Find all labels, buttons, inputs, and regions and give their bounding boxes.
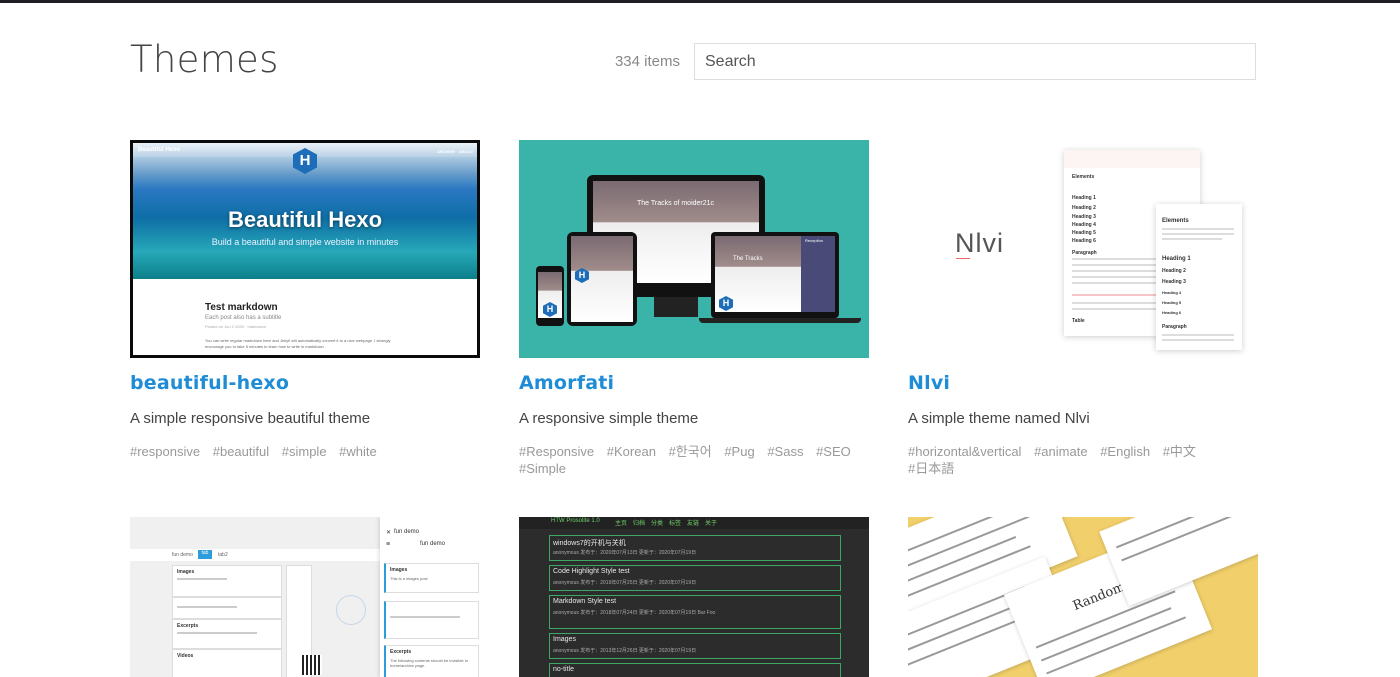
theme-thumbnail[interactable]: RandomYang <box>908 517 1258 677</box>
tag-list: #Responsive #Korean #한국어 #Pug #Sass #SEO… <box>519 443 869 477</box>
tag-link[interactable]: #SEO <box>816 444 851 459</box>
tag-link[interactable]: #horizontal&vertical <box>908 444 1021 459</box>
tag-link[interactable]: #Pug <box>724 444 754 459</box>
theme-name-link[interactable]: Amorfati <box>519 372 869 394</box>
tag-list: #horizontal&vertical #animate #English #… <box>908 443 1258 477</box>
theme-thumbnail[interactable]: HTW Prosolite 1.0 主页 归档 分类 标签 友链 关于 wind… <box>519 517 869 677</box>
tablet-mockup: H <box>567 232 637 326</box>
tag-link[interactable]: #日本語 <box>908 461 954 476</box>
mobile-preview: ✕ fun demo ≡ fun demo Images This is a i… <box>380 517 480 677</box>
menu-icon: ≡ <box>386 541 391 548</box>
tag-link[interactable]: #simple <box>282 444 327 459</box>
preview-headline: Beautiful Hexo <box>227 207 383 232</box>
search-input[interactable] <box>694 43 1256 80</box>
theme-description: A simple responsive beautiful theme <box>130 410 371 427</box>
theme-thumbnail[interactable]: Beautiful Hexo ARCHIVE ABOUT H Beautiful… <box>130 140 480 358</box>
preview-nav-brand: Beautiful Hexo <box>138 147 181 153</box>
preview-subline: Build a beautiful and simple website in … <box>211 237 399 247</box>
theme-card-amorfati: The Tracks of moider21c Reception The Tr… <box>519 140 869 477</box>
tag-link[interactable]: #responsive <box>130 444 200 459</box>
tag-link[interactable]: #中文 <box>1163 444 1196 459</box>
theme-thumbnail[interactable]: fun demo tab tab2 Images Excerpts Videos… <box>130 517 480 677</box>
page-title: Themes <box>130 38 279 81</box>
tag-link[interactable]: #한국어 <box>669 444 712 459</box>
theme-card-beautiful-hexo: Beautiful Hexo ARCHIVE ABOUT H Beautiful… <box>130 140 480 460</box>
tag-link[interactable]: #English <box>1100 444 1150 459</box>
qr-code-icon <box>302 655 322 675</box>
nlvi-logo: Nlvi <box>955 228 1004 258</box>
theme-card: HTW Prosolite 1.0 主页 归档 分类 标签 友链 关于 wind… <box>519 517 869 677</box>
tag-link[interactable]: #Responsive <box>519 444 594 459</box>
tag-link[interactable]: #Korean <box>607 444 656 459</box>
theme-description: A simple theme named Nlvi <box>908 410 1090 427</box>
tag-list: #responsive #beautiful #simple #white <box>130 443 480 460</box>
preview-page-front: Elements Heading 1 Heading 2 Heading 3 H… <box>1156 204 1242 350</box>
theme-thumbnail[interactable]: Nlvi Elements Heading 1 Heading 2 Headin… <box>908 140 1258 358</box>
laptop-mockup: Reception The Tracks H <box>711 232 839 318</box>
theme-card-nlvi: Nlvi Elements Heading 1 Heading 2 Headin… <box>908 140 1258 477</box>
phone-mockup: H <box>536 266 564 326</box>
theme-card: fun demo tab tab2 Images Excerpts Videos… <box>130 517 480 677</box>
preview-post-title: Test markdown <box>205 302 278 313</box>
tag-link[interactable]: #beautiful <box>213 444 269 459</box>
tag-link[interactable]: #white <box>339 444 377 459</box>
theme-description: A responsive simple theme <box>519 410 699 427</box>
theme-card: RandomYang <box>908 517 1258 677</box>
theme-name-link[interactable]: Nlvi <box>908 372 1258 394</box>
theme-name-link[interactable]: beautiful-hexo <box>130 372 480 394</box>
tag-link[interactable]: #Sass <box>767 444 803 459</box>
tag-link[interactable]: #Simple <box>519 461 566 476</box>
theme-thumbnail[interactable]: The Tracks of moider21c Reception The Tr… <box>519 140 869 358</box>
top-bar <box>0 0 1400 3</box>
item-count: 334 items <box>614 53 680 70</box>
tag-link[interactable]: #animate <box>1034 444 1087 459</box>
